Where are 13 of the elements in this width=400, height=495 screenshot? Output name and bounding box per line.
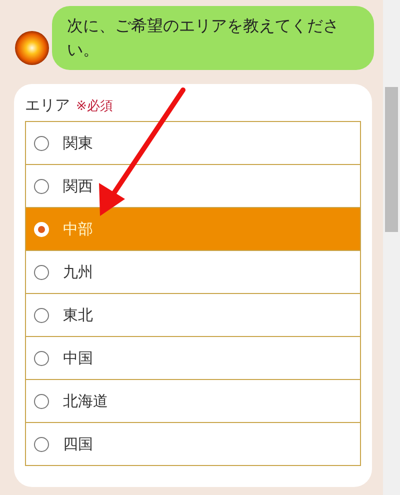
required-note: ※必須 [76,98,113,115]
field-label: エリア [25,96,70,115]
radio-button[interactable] [34,308,49,322]
radio-button[interactable] [34,350,49,366]
chat-bubble: 次に、ご希望のエリアを教えてください。 [52,6,374,70]
radio-button[interactable] [34,264,49,280]
avatar-icon [15,31,49,65]
radio-button[interactable] [34,436,49,452]
radio-button[interactable] [34,394,49,408]
radio-button[interactable] [34,136,49,150]
radio-button[interactable] [34,178,49,194]
scrollbar[interactable] [383,0,400,495]
scrollbar-thumb[interactable] [385,87,398,232]
